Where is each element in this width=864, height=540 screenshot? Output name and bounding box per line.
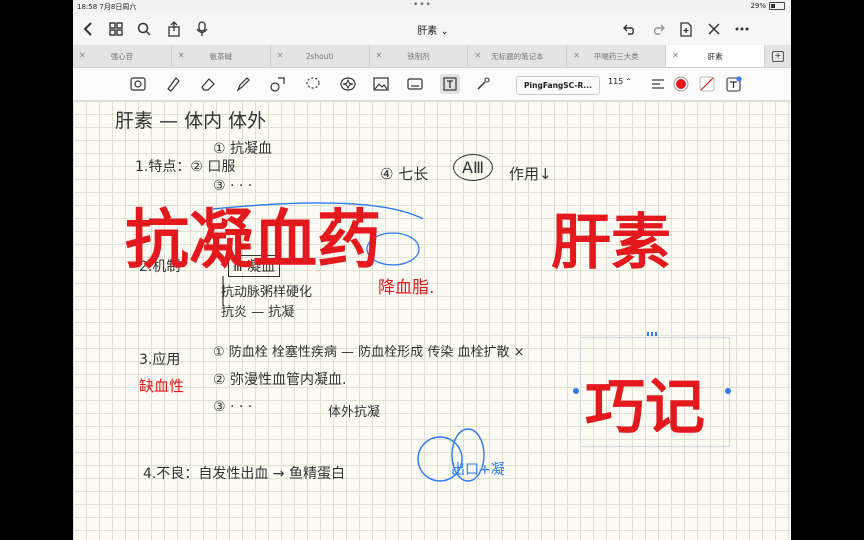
tool-bar: PingFangSC-R... 115 ⌃: [73, 68, 791, 101]
ipad-screen: 18:58 7月8日周六 ••• 29% 肝素 ⌄ ✕ 强心苷 ✕ 氨茶碱 ✕ …: [73, 0, 791, 540]
keyboard-icon[interactable]: [405, 74, 425, 94]
font-size-selector[interactable]: 115 ⌃: [608, 77, 632, 86]
more-dots-icon[interactable]: •••: [413, 0, 432, 10]
tab-close-icon[interactable]: ✕: [178, 51, 185, 60]
tab-close-icon[interactable]: ✕: [672, 51, 679, 60]
no-fill-icon[interactable]: [697, 74, 717, 94]
tab-0[interactable]: ✕ 强心苷: [73, 45, 172, 67]
tab-1[interactable]: ✕ 氨茶碱: [172, 45, 271, 67]
tab-6[interactable]: ✕ 肝素: [666, 45, 766, 67]
text-style-icon[interactable]: [724, 74, 744, 94]
plus-icon: +: [772, 50, 785, 62]
title-bar: 肝素 ⌄: [73, 13, 791, 45]
tab-close-icon[interactable]: ✕: [376, 51, 383, 60]
resize-handle-left[interactable]: [573, 388, 579, 394]
eraser-icon[interactable]: [198, 74, 218, 94]
lasso-icon[interactable]: [303, 74, 323, 94]
drag-handle-icon[interactable]: [647, 332, 659, 336]
tab-label: 肝素: [707, 51, 723, 61]
stepper-icon: ⌃: [625, 77, 632, 86]
share-icon[interactable]: [165, 20, 183, 38]
battery-icon: [769, 2, 785, 10]
tab-3[interactable]: ✕ 铁制剂: [370, 45, 469, 67]
ink-strokes: [212, 202, 485, 482]
tab-4[interactable]: ✕ 无标题的笔记本: [468, 45, 568, 67]
title-heparin[interactable]: 肝素: [551, 194, 671, 281]
text-tool-icon[interactable]: [440, 74, 460, 94]
tab-label: 强心苷: [110, 51, 134, 61]
highlighter-icon[interactable]: [233, 74, 253, 94]
new-tab-button[interactable]: +: [765, 45, 791, 67]
tab-close-icon[interactable]: ✕: [277, 51, 284, 60]
color-swatch-icon[interactable]: [671, 74, 691, 94]
align-icon[interactable]: [648, 74, 668, 94]
image-icon[interactable]: [371, 74, 391, 94]
font-selector[interactable]: PingFangSC-R...: [516, 76, 600, 95]
tip-mnemonic[interactable]: 巧记: [585, 359, 705, 446]
laser-pointer-icon[interactable]: [473, 74, 493, 94]
back-chevron-icon[interactable]: [79, 20, 97, 38]
tab-label: 氨茶碱: [209, 51, 233, 61]
battery-indicator: 29%: [750, 2, 785, 10]
close-icon[interactable]: [705, 20, 723, 38]
grid-icon[interactable]: [107, 20, 125, 38]
shapes-icon[interactable]: [268, 74, 288, 94]
status-time: 18:58 7月8日周六: [77, 3, 137, 11]
tab-5[interactable]: ✕ 平喘药三大类: [567, 45, 667, 67]
document-title[interactable]: 肝素 ⌄: [393, 22, 473, 37]
redo-icon[interactable]: [649, 20, 667, 38]
title-anticoagulant[interactable]: 抗凝血药: [125, 189, 381, 281]
undo-icon[interactable]: [621, 20, 639, 38]
tab-label: 无标题的笔记本: [491, 51, 544, 61]
tab-2[interactable]: ✕ 2shouti: [271, 45, 370, 67]
tab-close-icon[interactable]: ✕: [573, 51, 580, 60]
tab-bar: ✕ 强心苷 ✕ 氨茶碱 ✕ 2shouti ✕ 铁制剂 ✕ 无标题的笔记本 ✕ 平喘药三大类…: [73, 45, 791, 68]
more-icon[interactable]: [733, 20, 751, 38]
tab-close-icon[interactable]: ✕: [474, 51, 481, 60]
tab-label: 平喘药三大类: [593, 51, 639, 61]
status-bar: 18:58 7月8日周六 ••• 29%: [73, 0, 791, 13]
sticker-icon[interactable]: [338, 74, 358, 94]
pen-icon[interactable]: [163, 74, 183, 94]
microphone-icon[interactable]: [193, 20, 211, 38]
note-canvas[interactable]: 肝素 — 体内 体外 ① 抗凝血 1.特点：② 口服 ③ · · · ④ 七长 …: [73, 101, 791, 540]
tab-label: 2shouti: [305, 51, 334, 61]
tab-close-icon[interactable]: ✕: [79, 51, 86, 60]
tab-label: 铁制剂: [407, 51, 430, 61]
resize-handle-right[interactable]: [725, 388, 731, 394]
search-icon[interactable]: [135, 20, 153, 38]
lasso-image-icon[interactable]: [128, 74, 148, 94]
add-page-icon[interactable]: [677, 20, 695, 38]
